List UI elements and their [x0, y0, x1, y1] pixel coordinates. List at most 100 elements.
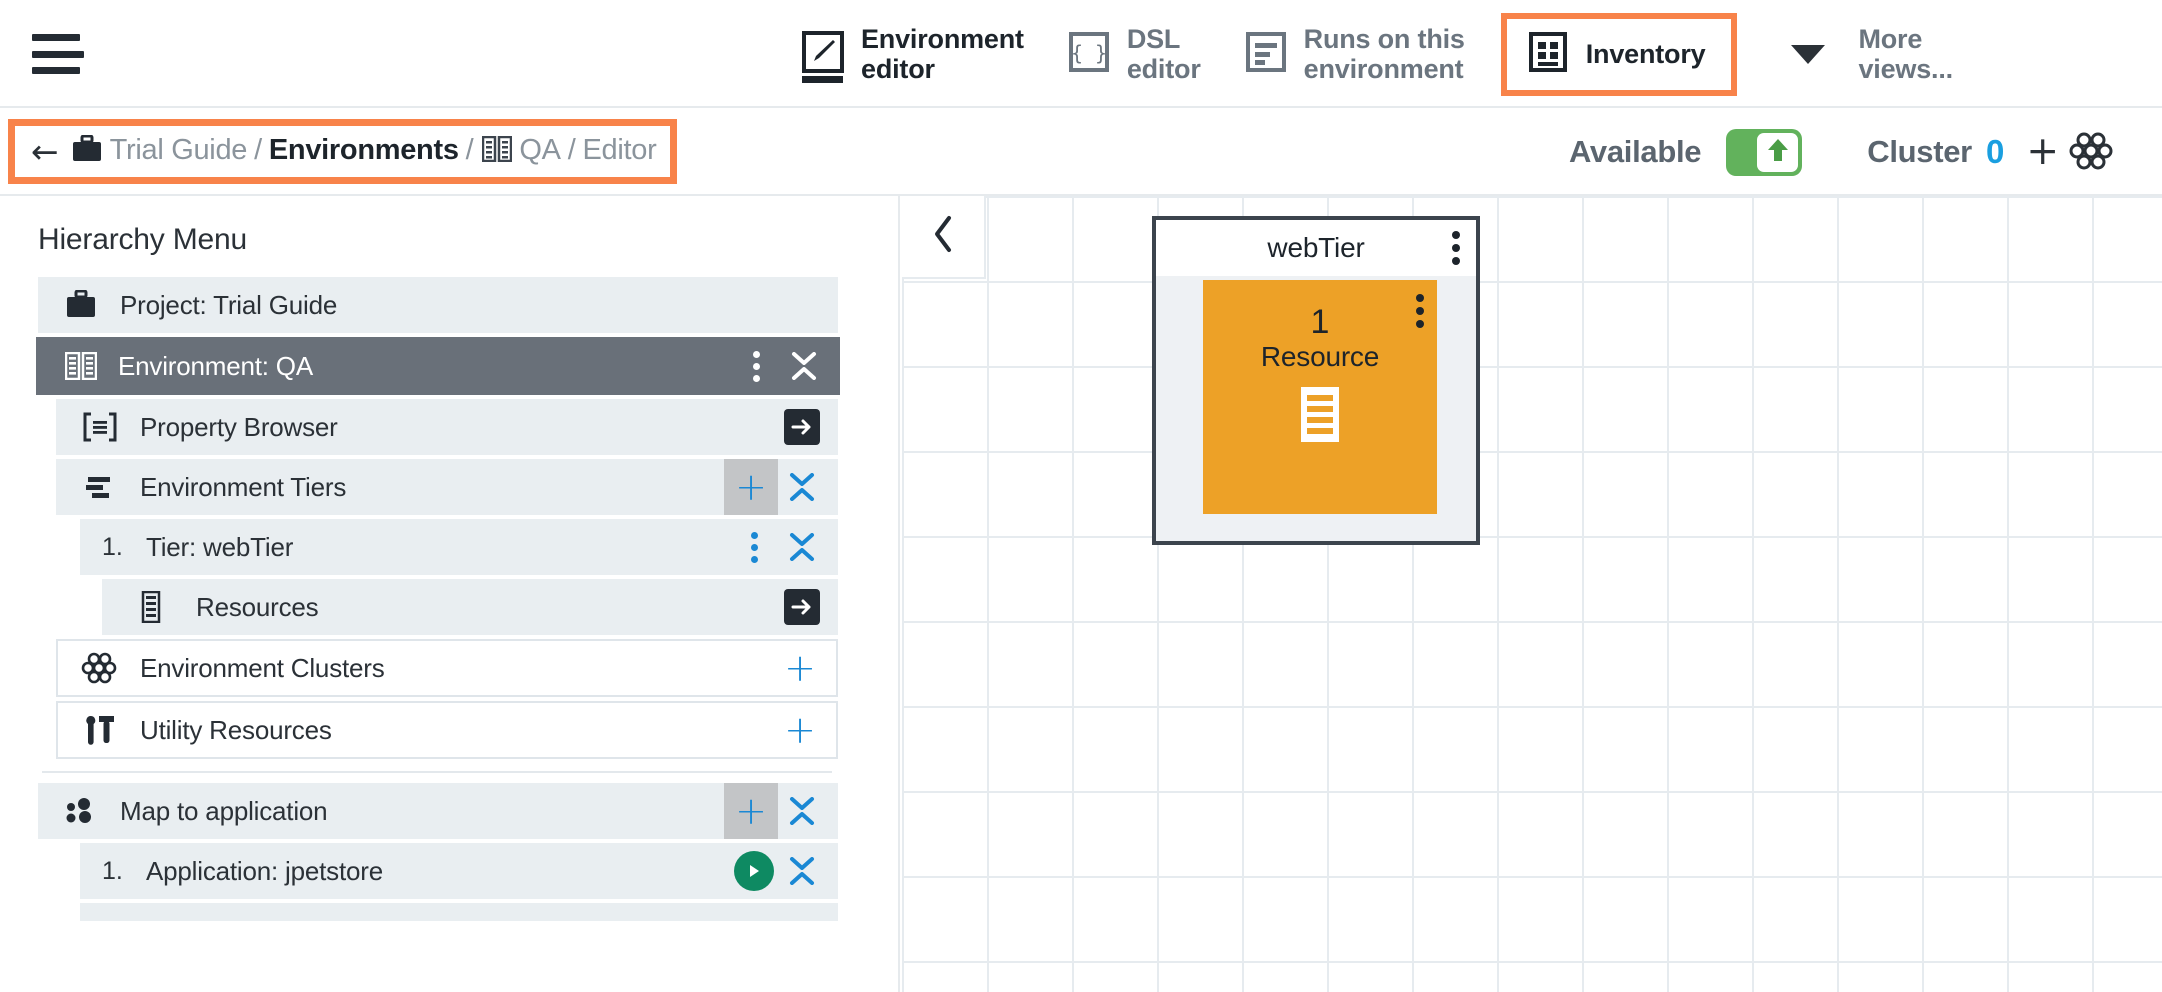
arrow-right-box-icon: [784, 409, 820, 445]
sidebar-row-tier-webtier[interactable]: 1. Tier: webTier: [80, 519, 838, 575]
breadcrumb-separator: /: [254, 133, 262, 166]
add-cluster-button[interactable]: +: [776, 641, 824, 695]
tab-environment-editor[interactable]: Environment editor: [780, 14, 1046, 95]
dsl-editor-icon: { }: [1068, 31, 1110, 78]
row-actions: [826, 903, 838, 921]
availability-label: Available: [1568, 134, 1702, 169]
sidebar-row-number: 1.: [102, 532, 123, 561]
cluster-label: Cluster: [1867, 134, 1972, 169]
sidebar-row-map-to-application[interactable]: Map to application +: [38, 783, 838, 839]
row-content: Environment: QA: [36, 337, 732, 395]
sidebar-title: Hierarchy Menu: [38, 223, 247, 256]
availability-toggle[interactable]: [1726, 128, 1803, 176]
sidebar-row-environment-clusters[interactable]: Environment Clusters +: [56, 639, 838, 697]
tab-dsl-editor[interactable]: { } DSL editor: [1046, 14, 1223, 95]
tab-more-views[interactable]: More views...: [1747, 14, 1974, 95]
cluster-icon[interactable]: [2068, 129, 2114, 176]
back-arrow-icon[interactable]: ←: [31, 135, 59, 168]
add-application-mapping-button[interactable]: +: [724, 783, 778, 839]
collapse-toggle-icon[interactable]: [778, 459, 826, 515]
doc-line: [1307, 406, 1333, 413]
chevron-left-icon: [930, 214, 956, 259]
sidebar-row-resources[interactable]: Resources: [102, 579, 838, 635]
utility-icon: [72, 714, 126, 746]
collapse-toggle-icon[interactable]: [778, 519, 826, 575]
kebab-dots: [750, 531, 758, 563]
row-content: Property Browser: [56, 399, 778, 455]
row-actions: [778, 579, 838, 635]
open-panel-icon[interactable]: [778, 579, 826, 635]
active-tab-underline: [802, 75, 843, 83]
sidebar-row-environment[interactable]: Environment: QA: [36, 337, 840, 395]
row-content: Environment Clusters: [58, 641, 776, 695]
add-tier-button[interactable]: +: [724, 459, 778, 515]
sidebar-row-label: Resources: [196, 591, 319, 622]
add-cluster-button[interactable]: +: [2026, 132, 2059, 171]
plus-icon: +: [735, 464, 767, 509]
row-actions: +: [724, 783, 838, 839]
doc-line: [1307, 428, 1333, 435]
tab-label: Inventory: [1585, 38, 1706, 69]
plus-icon: +: [784, 707, 816, 752]
chevron-down-icon: [1791, 44, 1826, 64]
resources-icon: [126, 591, 176, 623]
breadcrumb-bar: ← Trial Guide / Environments / QA / Edit…: [0, 108, 2162, 196]
sidebar-row-partial[interactable]: [80, 903, 838, 921]
collapse-toggle-icon[interactable]: [778, 783, 826, 839]
resource-tile[interactable]: 1 Resource: [1203, 280, 1437, 514]
kebab-menu-icon[interactable]: [732, 337, 780, 395]
row-content: Environment Tiers: [56, 459, 724, 515]
breadcrumb-separator: /: [567, 133, 576, 166]
sidebar-row-label: Project: Trial Guide: [120, 289, 338, 320]
breadcrumb-section[interactable]: Environments: [269, 134, 459, 166]
sidebar-row-label: Property Browser: [140, 411, 338, 442]
sidebar-row-label: Environment Tiers: [140, 471, 347, 502]
sidebar-row-label: Utility Resources: [140, 714, 332, 745]
collapse-chevrons: [791, 352, 817, 380]
collapse-chevrons: [789, 857, 815, 885]
hamburger-line: [32, 50, 84, 58]
sidebar-row-utility-resources[interactable]: Utility Resources +: [56, 701, 838, 759]
run-application-button[interactable]: [730, 843, 778, 899]
kebab-menu-icon[interactable]: [730, 519, 778, 575]
hamburger-menu-icon[interactable]: [32, 34, 84, 74]
row-content: Map to application: [38, 783, 724, 839]
breadcrumb-page: Editor: [582, 133, 657, 166]
doc-line: [1307, 417, 1333, 424]
tier-card-title: webTier: [1267, 232, 1365, 263]
collapse-toggle-icon[interactable]: [778, 843, 826, 899]
tab-inventory[interactable]: Inventory: [1500, 12, 1738, 96]
row-actions: [730, 519, 838, 575]
breadcrumb-environment[interactable]: QA: [519, 134, 561, 166]
sidebar-divider: [42, 771, 832, 773]
view-tabs: Environment editor { } DSL editor Runs o…: [780, 0, 1975, 108]
property-browser-icon: [74, 412, 126, 442]
row-actions: +: [724, 459, 838, 515]
cluster-icon: [72, 651, 126, 685]
kebab-menu-icon[interactable]: [1416, 294, 1424, 328]
collapse-sidebar-button[interactable]: [902, 196, 986, 279]
tier-card-header: webTier: [1156, 220, 1476, 276]
svg-text:{ }: { }: [1071, 41, 1107, 65]
open-panel-icon[interactable]: [778, 399, 826, 455]
sidebar-row-label: Environment: QA: [118, 350, 313, 381]
top-bar: Environment editor { } DSL editor Runs o…: [0, 0, 2162, 108]
tab-label: More views...: [1858, 23, 1953, 85]
sidebar-row-environment-tiers[interactable]: Environment Tiers +: [56, 459, 838, 515]
kebab-menu-icon[interactable]: [1452, 231, 1460, 265]
sidebar-row-project[interactable]: Project: Trial Guide: [38, 277, 838, 333]
resource-document-icon: [1301, 387, 1339, 443]
row-actions: [730, 843, 838, 899]
breadcrumb: ← Trial Guide / Environments / QA / Edit…: [8, 119, 678, 184]
environment-icon: [54, 352, 108, 380]
add-utility-resource-button[interactable]: +: [776, 703, 824, 757]
sidebar-row-property-browser[interactable]: Property Browser: [56, 399, 838, 455]
collapse-toggle-icon[interactable]: [780, 337, 828, 395]
tier-card-webtier[interactable]: webTier 1 Resource: [1152, 216, 1480, 545]
sidebar-row-label: Application: jpetstore: [146, 855, 383, 886]
breadcrumb-project[interactable]: Trial Guide: [110, 134, 248, 166]
sidebar-row-application-jpetstore[interactable]: 1. Application: jpetstore: [80, 843, 838, 899]
tab-runs-on-environment[interactable]: Runs on this environment: [1223, 14, 1487, 95]
environment-canvas[interactable]: webTier 1 Resource: [902, 196, 2162, 992]
collapse-chevrons: [789, 797, 815, 825]
